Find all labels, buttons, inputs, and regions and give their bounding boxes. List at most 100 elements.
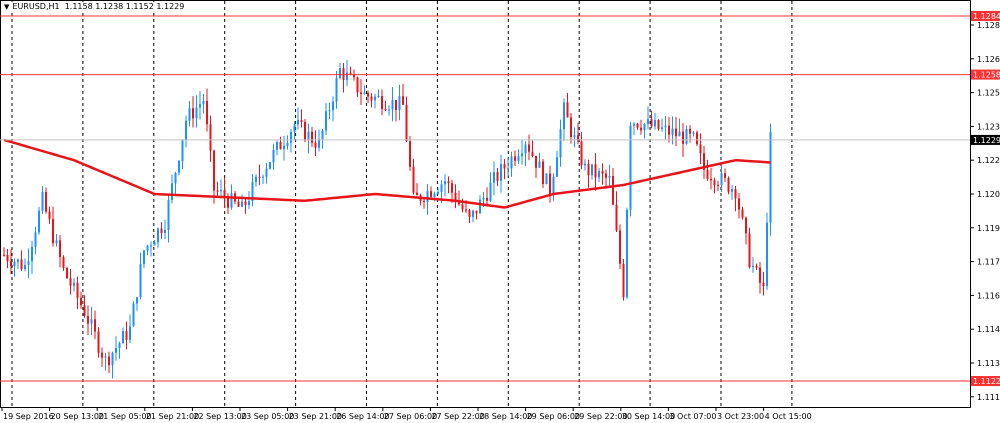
x-tick-label: 23 Sep 05:00 bbox=[241, 412, 294, 421]
y-tick-label: 1.1265 bbox=[977, 55, 1000, 64]
candle-body bbox=[556, 157, 558, 177]
candle-body bbox=[521, 153, 523, 157]
candle-body bbox=[566, 102, 569, 118]
candle-body bbox=[384, 108, 387, 110]
x-tick-label: 29 Sep 06:00 bbox=[527, 412, 580, 421]
candle-body bbox=[62, 257, 65, 268]
candle-body bbox=[150, 245, 152, 247]
candle-body bbox=[395, 99, 397, 111]
candle-body bbox=[657, 120, 660, 129]
candle-body bbox=[542, 161, 544, 185]
price-chart[interactable]: 19 Sep 201620 Sep 13:0021 Sep 05:0021 Se… bbox=[0, 0, 1000, 423]
y-tick-label: 1.1130 bbox=[977, 359, 1000, 368]
x-tick-label: 3 Oct 23:00 bbox=[717, 412, 764, 421]
candle-body bbox=[444, 181, 446, 185]
candle-body bbox=[762, 282, 765, 287]
candle-body bbox=[636, 123, 639, 128]
candle-body bbox=[570, 117, 572, 137]
candle-body bbox=[699, 144, 702, 154]
level-price-label: 1.1284 bbox=[973, 12, 1000, 21]
candle-body bbox=[423, 200, 425, 202]
candle-body bbox=[104, 356, 107, 358]
candle-body bbox=[402, 96, 404, 105]
candle-body bbox=[692, 132, 695, 134]
candle-body bbox=[486, 197, 488, 201]
candle-body bbox=[685, 128, 688, 144]
candle-body bbox=[398, 96, 401, 111]
x-tick-label: 30 Sep 14:00 bbox=[622, 412, 675, 421]
candle-body bbox=[265, 168, 268, 177]
candle-body bbox=[738, 198, 740, 210]
candle-body bbox=[514, 156, 516, 161]
candle-body bbox=[31, 246, 33, 262]
candle-body bbox=[549, 173, 551, 195]
candle-body bbox=[34, 232, 37, 247]
candle-body bbox=[80, 297, 82, 306]
x-tick-label: 21 Sep 21:00 bbox=[146, 412, 199, 421]
candle-body bbox=[230, 193, 233, 208]
candle-body bbox=[27, 261, 30, 266]
candle-body bbox=[461, 204, 464, 210]
candle-body bbox=[619, 230, 621, 264]
x-tick-label: 27 Sep 22:00 bbox=[431, 412, 484, 421]
candle-body bbox=[339, 68, 341, 79]
candle-body bbox=[605, 173, 607, 178]
high-value: 1.1238 bbox=[95, 2, 124, 11]
x-tick-label: 23 Sep 21:00 bbox=[289, 412, 342, 421]
candle-body bbox=[213, 150, 215, 191]
candle-body bbox=[507, 168, 509, 170]
y-tick-label: 1.1235 bbox=[977, 122, 1000, 131]
candle-body bbox=[563, 102, 565, 130]
candle-body bbox=[269, 162, 271, 169]
candle-body bbox=[430, 191, 432, 197]
y-tick-label: 1.1160 bbox=[977, 291, 1000, 300]
candle-body bbox=[171, 183, 173, 200]
candle-body bbox=[752, 265, 754, 268]
candle-body bbox=[290, 131, 292, 143]
candle-body bbox=[433, 193, 436, 197]
candle-body bbox=[97, 331, 100, 353]
y-tick-label: 1.1175 bbox=[977, 258, 1000, 267]
candle-body bbox=[202, 100, 205, 105]
x-tick-label: 26 Sep 14:00 bbox=[336, 412, 389, 421]
candle-body bbox=[451, 183, 453, 193]
y-tick-label: 1.1115 bbox=[977, 393, 1000, 402]
y-tick-label: 1.1250 bbox=[977, 89, 1000, 98]
candle-body bbox=[538, 161, 541, 168]
candle-body bbox=[255, 176, 257, 183]
candle-body bbox=[332, 101, 334, 111]
candle-body bbox=[416, 192, 418, 196]
candle-body bbox=[426, 191, 429, 202]
candle-body bbox=[640, 127, 642, 131]
candle-body bbox=[727, 177, 730, 192]
candle-body bbox=[125, 331, 128, 340]
candle-body bbox=[206, 100, 208, 125]
open-value: 1.1158 bbox=[64, 2, 93, 11]
candle-body bbox=[696, 132, 698, 145]
chart-window: 19 Sep 2016 20 Sep 13:00 21 Sep 05:00 21 Se… bbox=[0, 0, 1000, 423]
candle-body bbox=[409, 141, 411, 167]
candle-body bbox=[391, 99, 394, 110]
candle-body bbox=[412, 166, 415, 193]
candle-body bbox=[612, 175, 614, 205]
candle-body bbox=[671, 128, 674, 135]
candle-body bbox=[199, 104, 201, 108]
candle-body bbox=[48, 211, 51, 220]
candle-body bbox=[573, 135, 576, 137]
candle-body bbox=[360, 92, 362, 95]
candle-body bbox=[374, 96, 376, 101]
candle-body bbox=[584, 163, 586, 166]
candle-body bbox=[468, 210, 471, 217]
dropdown-triangle-icon[interactable]: ▼ bbox=[4, 3, 9, 11]
candle-body bbox=[66, 267, 68, 279]
candle-body bbox=[195, 107, 198, 119]
candle-body bbox=[132, 303, 135, 327]
close-value: 1.1229 bbox=[156, 2, 185, 11]
candle-body bbox=[6, 255, 9, 262]
candle-body bbox=[552, 176, 555, 195]
candle-body bbox=[647, 119, 649, 124]
candle-body bbox=[45, 192, 47, 212]
candle-body bbox=[717, 184, 719, 186]
current-price-label: 1.1229 bbox=[973, 136, 1000, 145]
x-tick-label: 29 Sep 22:00 bbox=[574, 412, 627, 421]
